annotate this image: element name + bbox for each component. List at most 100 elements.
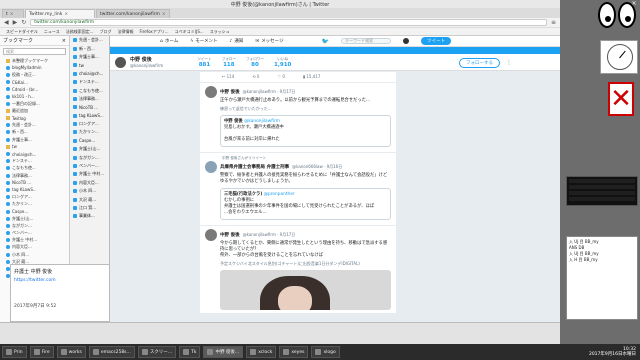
reload-icon[interactable]: ↻ bbox=[21, 19, 26, 26]
sidebar-folder[interactable]: 最近追加 bbox=[0, 107, 69, 114]
detail-item[interactable]: こなもち使... bbox=[70, 86, 109, 94]
taskbar-item[interactable]: Prin bbox=[2, 346, 27, 358]
taskbar-item[interactable]: 中野 俊後... bbox=[203, 346, 244, 358]
like-count[interactable]: ♡ 0 bbox=[277, 74, 284, 79]
sidebar-item[interactable]: blogMy4admin bbox=[0, 64, 69, 71]
sidebar-item[interactable]: 弁護士 中村... bbox=[0, 237, 69, 244]
taskbar-item[interactable]: xclock bbox=[246, 346, 277, 358]
detail-item[interactable]: choiai@ch... bbox=[70, 70, 109, 78]
nav-moments[interactable]: ϟ モーメント bbox=[190, 38, 217, 45]
taskbar-item[interactable]: works bbox=[56, 346, 86, 358]
detail-item[interactable]: 新・西... bbox=[70, 44, 109, 52]
sidebar-search-input[interactable]: 検索 bbox=[3, 48, 66, 55]
taskbar-item[interactable]: xeyes bbox=[279, 346, 309, 358]
sidebar-item[interactable]: 一番目の記録... bbox=[0, 100, 69, 107]
detail-item[interactable]: tag KLowS... bbox=[70, 112, 109, 120]
detail-item[interactable]: ドンステ... bbox=[70, 78, 109, 86]
nav-messages[interactable]: ✉ メッセージ bbox=[255, 38, 283, 45]
bookmark-link[interactable]: Firefoxアプリ... bbox=[140, 29, 169, 35]
detail-item[interactable]: たかリン... bbox=[70, 128, 109, 136]
detail-item[interactable]: ペンバー... bbox=[70, 162, 109, 170]
sidebar-item[interactable]: 新・西... bbox=[0, 129, 69, 136]
profile-name[interactable]: 中野 俊後 bbox=[130, 56, 163, 63]
sidebar-item[interactable]: tag KLowS... bbox=[0, 186, 69, 193]
preview-url[interactable]: https://twitter.com bbox=[14, 278, 106, 283]
sidebar-item[interactable]: NicoTB ... bbox=[0, 179, 69, 186]
view-count[interactable]: ▮ 15,417 bbox=[303, 74, 320, 79]
sidebar-item[interactable]: 役務・改正... bbox=[0, 71, 69, 78]
quoted-tweet[interactable]: 中野 俊後 @kanonjilawfirm 児島しおかす。瀬戸大橋通過中 台風が… bbox=[220, 115, 391, 147]
sidebar-item[interactable]: kk101 - h... bbox=[0, 93, 69, 100]
tab-2[interactable]: twitter.com/kanonjilawfirm × bbox=[96, 9, 170, 18]
detail-item[interactable]: 弁護士(山... bbox=[70, 145, 109, 153]
sidebar-item[interactable]: ペンバー... bbox=[0, 230, 69, 237]
detail-item[interactable]: 弁護士事... bbox=[70, 53, 109, 61]
sidebar-item[interactable]: 法律事務... bbox=[0, 172, 69, 179]
back-icon[interactable]: ◀ bbox=[4, 19, 9, 26]
profile-avatar[interactable] bbox=[115, 56, 126, 68]
detail-item[interactable]: ロングア... bbox=[70, 120, 109, 128]
sidebar-item[interactable]: ながガン... bbox=[0, 222, 69, 229]
sidebar-folder[interactable]: tw bbox=[0, 143, 69, 150]
reply-count[interactable]: ↩ 114 bbox=[222, 74, 234, 79]
detail-item[interactable]: tw bbox=[70, 61, 109, 69]
detail-item[interactable]: 内容大臣... bbox=[70, 179, 109, 187]
sidebar-item[interactable]: たかリン... bbox=[0, 201, 69, 208]
tweet-author[interactable]: 兵庫県弁護士会事務局 弁護士刑事 bbox=[220, 164, 289, 170]
detail-item[interactable]: 法律事務... bbox=[70, 95, 109, 103]
taskbar-clock[interactable]: 10:32 2017年9月16日水曜日 bbox=[589, 347, 640, 357]
bookmark-link[interactable]: スピードダイヤル bbox=[6, 29, 38, 35]
sidebar-item[interactable]: Cdroid - (br... bbox=[0, 86, 69, 93]
bookmark-link[interactable]: スラッシュ bbox=[210, 29, 230, 35]
sidebar-item[interactable]: こなもち使... bbox=[0, 165, 69, 172]
detail-item[interactable]: 小木 四... bbox=[70, 187, 109, 195]
detail-item[interactable]: NicoTB ... bbox=[70, 103, 109, 111]
bookmark-link[interactable]: ブログ bbox=[100, 29, 112, 35]
tab-1[interactable]: Twitter.my_link × bbox=[25, 9, 95, 18]
sidebar-item[interactable]: ドンステ... bbox=[0, 158, 69, 165]
sticky-note-widget[interactable]: 入 UJ 目 BB_my ANS DB 入 UJ 目 BB_my 入 H 目 B… bbox=[566, 236, 638, 320]
sidebar-item[interactable]: 先週・会計... bbox=[0, 122, 69, 129]
sidebar-item[interactable]: 内容大臣... bbox=[0, 244, 69, 251]
menu-icon[interactable]: ≡ bbox=[551, 19, 556, 26]
detail-item[interactable]: 大沢 蔵... bbox=[70, 195, 109, 203]
retweet-count[interactable]: ⟲ 0 bbox=[252, 74, 259, 79]
tweet[interactable]: 中野 俊後さんがリツイート 兵庫県弁護士会事務局 弁護士刑事 @kanon666… bbox=[200, 153, 396, 226]
tweet-author[interactable]: 中野 俊後 bbox=[220, 232, 240, 238]
detail-item[interactable]: ながガン... bbox=[70, 153, 109, 161]
user-avatar[interactable] bbox=[403, 38, 410, 44]
terminal-widget[interactable] bbox=[566, 176, 638, 206]
tweet[interactable]: 中野 俊後 @kanonjilawfirm · 9月17日 正午から瀬戸大橋通行… bbox=[200, 83, 396, 153]
sidebar-folder[interactable]: 未整理ブックマーク bbox=[0, 57, 69, 64]
taskbar-item[interactable]: xlogo bbox=[311, 346, 340, 358]
stat-likes[interactable]: いいね 1,910 bbox=[274, 57, 291, 68]
sidebar-item[interactable]: choiai@ch... bbox=[0, 150, 69, 157]
stat-following[interactable]: フォロー 118 bbox=[222, 57, 236, 68]
detail-item[interactable]: 弁護士 中村... bbox=[70, 170, 109, 178]
detail-item[interactable]: Caspe... bbox=[70, 137, 109, 145]
twitter-search-input[interactable]: キーワード検索 bbox=[341, 38, 392, 44]
detail-item[interactable]: 先週・会計... bbox=[70, 36, 109, 44]
tweet-photo[interactable] bbox=[220, 270, 391, 310]
detail-item[interactable]: 江口 賢... bbox=[70, 204, 109, 212]
close-icon[interactable]: × bbox=[64, 12, 68, 17]
tweet[interactable]: 中野 俊後 @kanonjilawfirm · 9月17日 今から期してくるとか… bbox=[200, 226, 396, 314]
tweet-author[interactable]: 中野 俊後 bbox=[220, 89, 240, 95]
taskbar-item[interactable]: Fire bbox=[29, 346, 54, 358]
close-icon[interactable]: × bbox=[162, 12, 166, 17]
address-bar[interactable]: twitter.com/kanonjilawfirm bbox=[30, 19, 547, 26]
sidebar-item[interactable]: Caspe... bbox=[0, 208, 69, 215]
close-icon[interactable]: × bbox=[62, 38, 66, 44]
bookmark-link[interactable]: コペキコミ(JS... bbox=[175, 29, 204, 35]
sidebar-item[interactable]: C&Kai... bbox=[0, 79, 69, 86]
quoted-tweet[interactable]: 三毛猫(行政法クラ) @pronpanther むかしの事例に 弁護士は国選刑事… bbox=[220, 188, 391, 220]
sidebar-item[interactable]: 小木 四... bbox=[0, 251, 69, 258]
detail-item[interactable]: 事業体... bbox=[70, 212, 109, 220]
nav-notifications[interactable]: ♪ 通知 bbox=[230, 38, 244, 45]
taskbar-item[interactable]: スクリー... bbox=[137, 346, 177, 358]
taskbar-item[interactable]: Tk bbox=[179, 346, 201, 358]
bookmark-link[interactable]: 法律情報 bbox=[118, 29, 134, 35]
twitter-bird-icon[interactable]: 🐦 bbox=[322, 38, 329, 45]
sidebar-item[interactable]: 弁護士(山... bbox=[0, 215, 69, 222]
nav-home[interactable]: ⌂ ホーム bbox=[160, 38, 178, 45]
